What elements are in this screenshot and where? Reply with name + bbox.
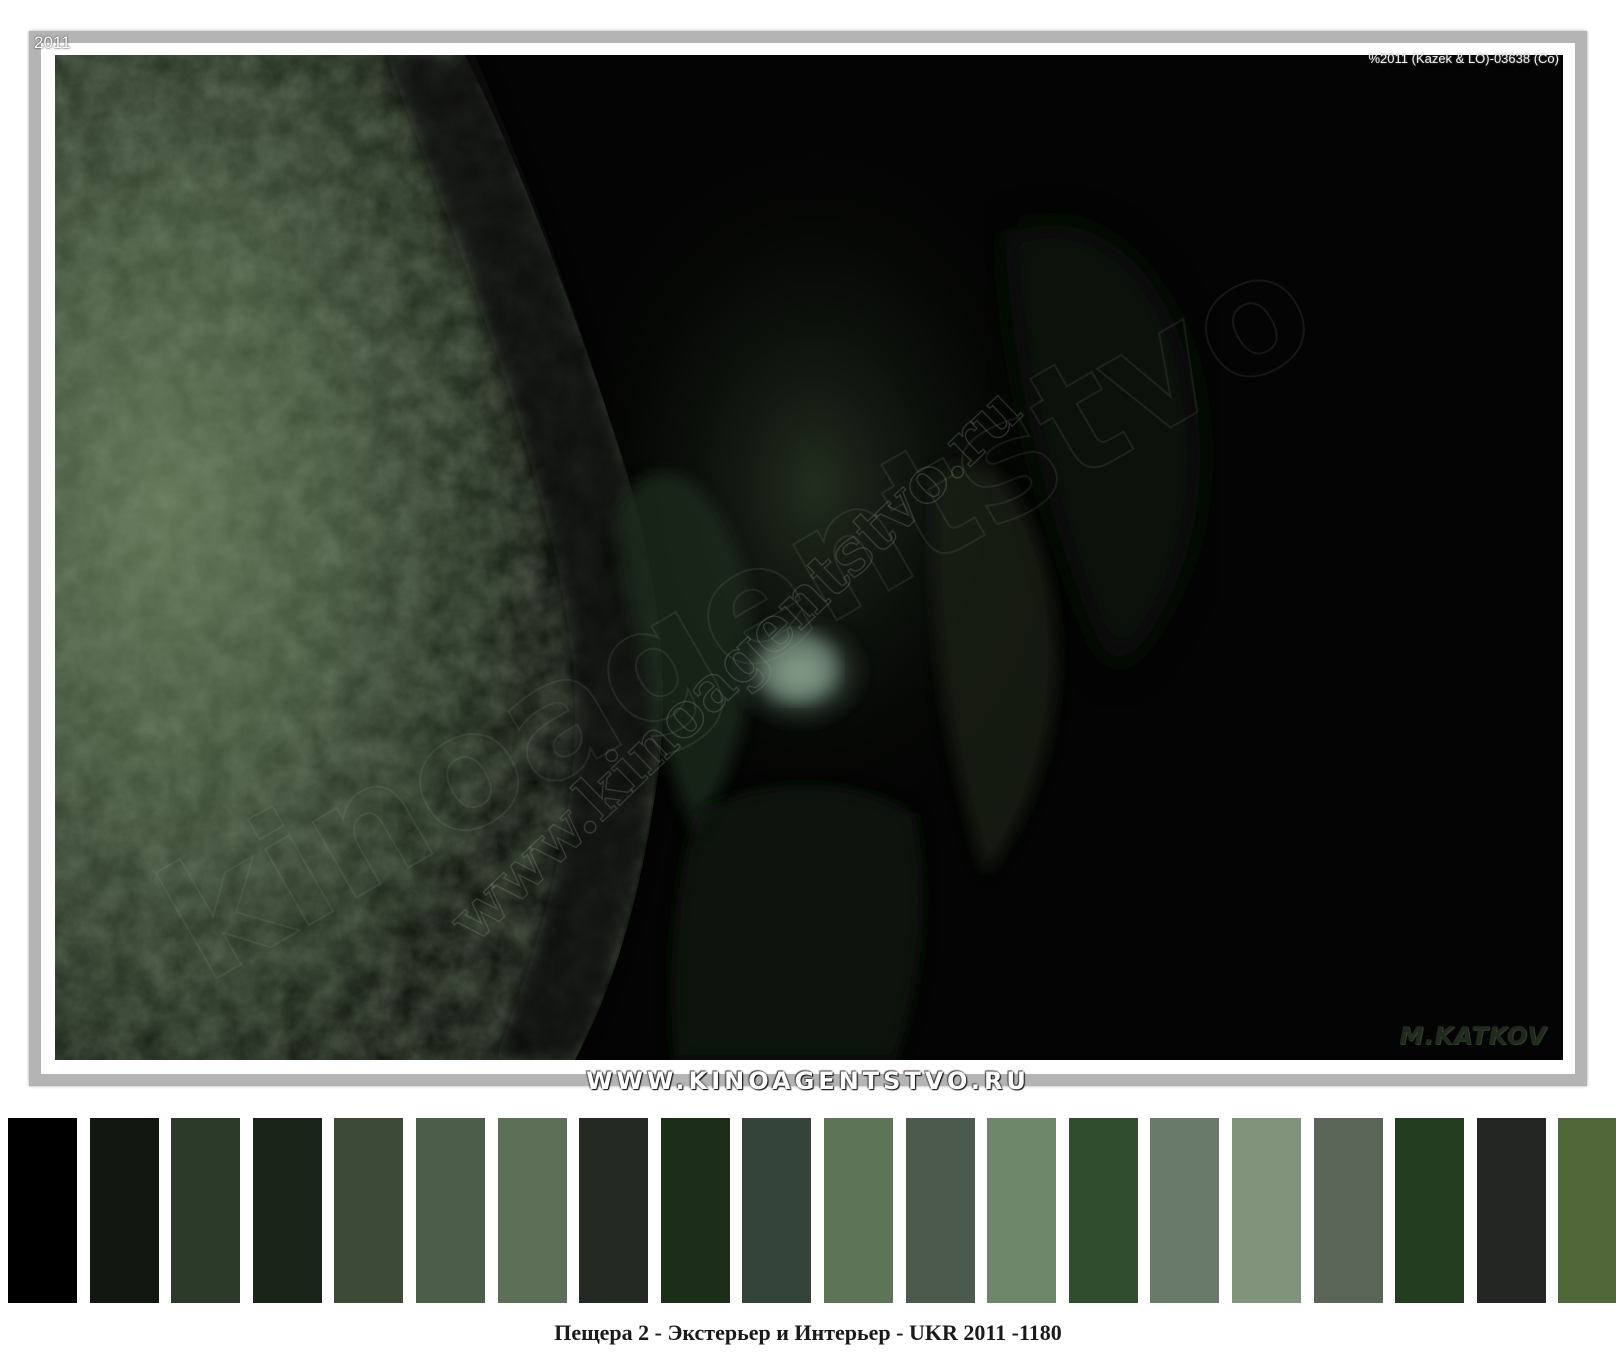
cave-photo: www.kinoagentstvo.ru kinoagentstvo M.KAT… bbox=[55, 55, 1563, 1060]
color-swatch bbox=[334, 1118, 403, 1303]
color-swatch bbox=[906, 1118, 975, 1303]
color-swatch bbox=[742, 1118, 811, 1303]
color-palette bbox=[8, 1118, 1616, 1303]
color-swatch bbox=[987, 1118, 1056, 1303]
color-swatch bbox=[661, 1118, 730, 1303]
author-signature: M.KATKOV bbox=[1399, 1022, 1547, 1050]
year-tag: 2011 bbox=[34, 33, 71, 52]
color-swatch bbox=[824, 1118, 893, 1303]
cave-photo-image: www.kinoagentstvo.ru kinoagentstvo bbox=[55, 55, 1563, 1060]
color-swatch bbox=[1477, 1118, 1546, 1303]
color-swatch bbox=[253, 1118, 322, 1303]
color-swatch bbox=[8, 1118, 77, 1303]
site-banner: WWW.KINOAGENTSTVO.RU bbox=[586, 1067, 1030, 1095]
photo-frame: www.kinoagentstvo.ru kinoagentstvo M.KAT… bbox=[29, 31, 1587, 1086]
color-swatch bbox=[416, 1118, 485, 1303]
copyright-tag: %2011 (Kazek & LO)-03638 (Co) bbox=[1368, 51, 1559, 66]
photo-mat: www.kinoagentstvo.ru kinoagentstvo M.KAT… bbox=[41, 43, 1575, 1074]
color-swatch bbox=[171, 1118, 240, 1303]
color-swatch bbox=[1150, 1118, 1219, 1303]
color-swatch bbox=[1232, 1118, 1301, 1303]
color-swatch bbox=[498, 1118, 567, 1303]
color-swatch bbox=[1558, 1118, 1616, 1303]
color-swatch bbox=[90, 1118, 159, 1303]
color-swatch bbox=[579, 1118, 648, 1303]
photo-caption: Пещера 2 - Экстерьер и Интерьер - UKR 20… bbox=[554, 1320, 1062, 1345]
color-swatch bbox=[1395, 1118, 1464, 1303]
color-swatch bbox=[1069, 1118, 1138, 1303]
color-swatch bbox=[1314, 1118, 1383, 1303]
